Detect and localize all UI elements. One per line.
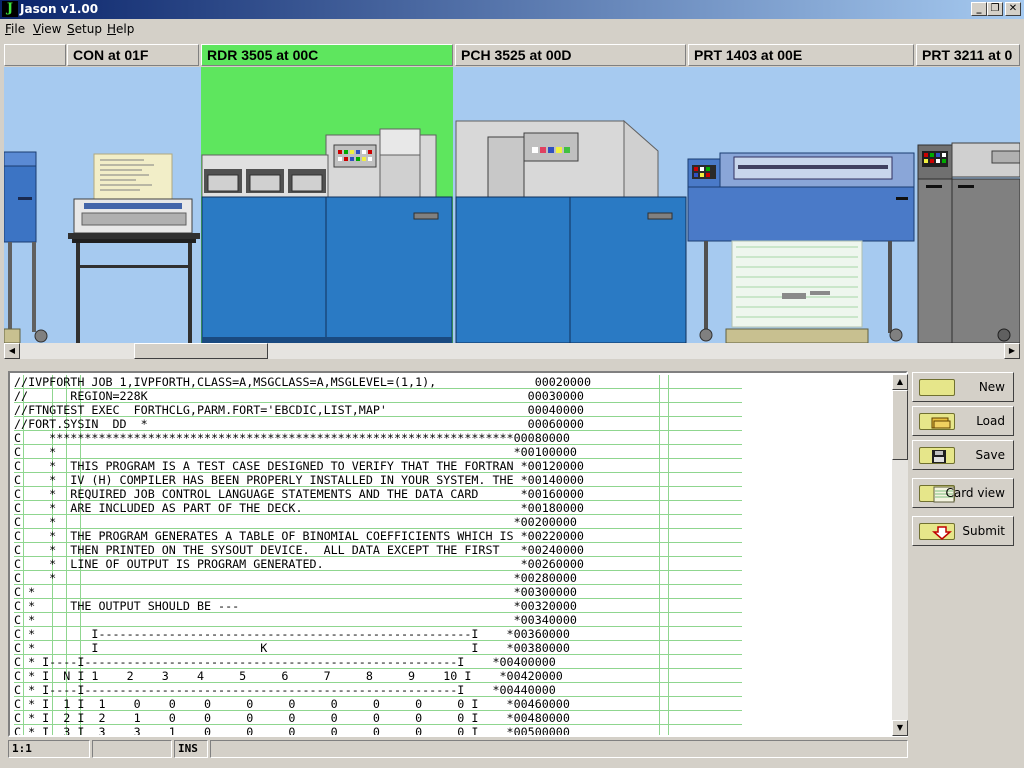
scroll-left-button[interactable]: ◀ [4,343,20,359]
restore-button[interactable]: ❐ [987,2,1003,16]
folder-open-icon [919,413,955,430]
submit-button[interactable]: Submit [912,516,1014,546]
close-button[interactable]: ✕ [1005,2,1021,16]
device-tab-printer-1403[interactable]: PRT 1403 at 00E [688,44,914,66]
editor-vertical-scroll-bar[interactable]: ▲ ▼ [892,374,908,736]
card-reader-3505[interactable] [201,128,453,343]
window-title: Jason v1.00 [20,2,99,16]
device-tab-strip: CON at 01F RDR 3505 at 00C PCH 3525 at 0… [4,44,1020,67]
jcl-editor[interactable]: //IVPFORTH JOB 1,IVPFORTH,CLASS=A,MSGCLA… [8,371,908,737]
blank-card-icon [919,379,955,396]
load-button[interactable]: Load [912,406,1014,436]
vertical-scroll-thumb[interactable] [892,390,908,460]
card-line[interactable]: C * IV (H) COMPILER HAS BEEN PROPERLY IN… [14,473,742,487]
card-line[interactable]: C * *00100000 [14,445,742,459]
card-punch-3525[interactable] [455,119,687,343]
card-line[interactable]: C * I K I *00380000 [14,641,742,655]
scroll-down-button[interactable]: ▼ [892,720,908,736]
card-line[interactable]: C * I 3 I 3 3 1 0 0 0 0 0 0 0 I *0050000… [14,725,742,735]
device-illustrations [4,67,1020,343]
card-line[interactable]: C * *00300000 [14,585,742,599]
card-line[interactable]: C * THEN PRINTED ON THE SYSOUT DEVICE. A… [14,543,742,557]
card-line[interactable]: C **************************************… [14,431,742,445]
save-button[interactable]: Save [912,440,1014,470]
device-tab-blank[interactable] [4,44,66,66]
app-icon: J [2,1,18,17]
insert-mode: INS [174,740,208,758]
card-line[interactable]: // REGION=228K 00030000 [14,389,742,403]
card-line[interactable]: C * *00280000 [14,571,742,585]
status-bar: 1:1 INS [8,740,908,758]
submit-arrow-icon [919,523,955,540]
minimize-button[interactable]: _ [971,2,987,16]
menu-view[interactable]: View [33,22,61,36]
card-line[interactable]: C * I 1 I 1 0 0 0 0 0 0 0 0 0 I *0046000… [14,697,742,711]
card-line[interactable]: C * *00200000 [14,515,742,529]
title-bar: J Jason v1.00 _ ❐ ✕ [0,0,1024,19]
card-line[interactable]: C * ARE INCLUDED AS PART OF THE DECK. *0… [14,501,742,515]
card-line[interactable]: C * I-----------------------------------… [14,627,742,641]
device-tab-punch[interactable]: PCH 3525 at 00D [455,44,686,66]
card-line[interactable]: C * THE OUTPUT SHOULD BE --- *00320000 [14,599,742,613]
cursor-position: 1:1 [8,740,90,758]
device-tab-console[interactable]: CON at 01F [67,44,199,66]
device-tab-reader[interactable]: RDR 3505 at 00C [201,44,453,66]
status-blank [92,740,172,758]
card-line[interactable]: C * I----I------------------------------… [14,683,742,697]
scroll-up-button[interactable]: ▲ [892,374,908,390]
printer-3211[interactable] [917,142,1020,343]
card-view-button[interactable]: Card view [912,478,1014,508]
card-line[interactable]: C * THIS PROGRAM IS A TEST CASE DESIGNED… [14,459,742,473]
card-line[interactable]: C * LINE OF OUTPUT IS PROGRAM GENERATED.… [14,557,742,571]
card-line[interactable]: //FTNGTEST EXEC FORTHCLG,PARM.FORT='EBCD… [14,403,742,417]
card-line[interactable]: //FORT.SYSIN DD * 00060000 [14,417,742,431]
menu-bar: File View Setup Help [0,19,1024,39]
device-tab-printer-3211[interactable]: PRT 3211 at 0 [916,44,1020,66]
menu-setup[interactable]: Setup [67,22,102,36]
floppy-disk-icon [919,447,955,464]
menu-file[interactable]: File [5,22,25,36]
card-line[interactable]: C * REQUIRED JOB CONTROL LANGUAGE STATEM… [14,487,742,501]
device-scroll-bar[interactable]: ◀ ▶ [4,343,1020,359]
card-deck-text[interactable]: //IVPFORTH JOB 1,IVPFORTH,CLASS=A,MSGCLA… [14,375,742,735]
status-message [210,740,908,758]
card-line[interactable]: C * I 2 I 2 1 0 0 0 0 0 0 0 0 I *0048000… [14,711,742,725]
card-line[interactable]: C * I----I------------------------------… [14,655,742,669]
scroll-right-button[interactable]: ▶ [1004,343,1020,359]
new-button[interactable]: New [912,372,1014,402]
device-scene [4,67,1020,343]
horizontal-scroll-thumb[interactable] [134,343,268,359]
card-line[interactable]: C * *00340000 [14,613,742,627]
card-line[interactable]: C * I N I 1 2 3 4 5 6 7 8 9 10 I *004200… [14,669,742,683]
menu-help[interactable]: Help [107,22,134,36]
card-line[interactable]: //IVPFORTH JOB 1,IVPFORTH,CLASS=A,MSGCLA… [14,375,742,389]
card-line[interactable]: C * THE PROGRAM GENERATES A TABLE OF BIN… [14,529,742,543]
